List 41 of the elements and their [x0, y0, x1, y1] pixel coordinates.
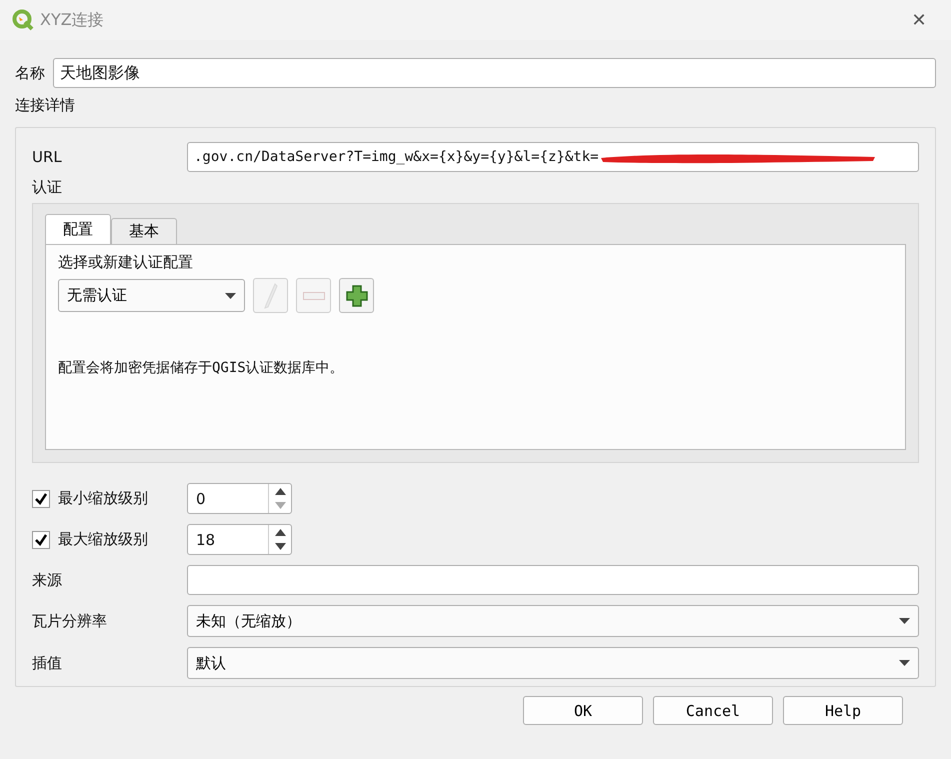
zoom-label: 最小缩放级别: [58, 489, 148, 508]
field-label: 来源: [32, 570, 63, 590]
add-button[interactable]: [339, 278, 374, 313]
field-label: 插值: [32, 654, 63, 672]
zoom-label: 最大缩放级别: [58, 530, 148, 549]
caret-icon: [225, 292, 236, 298]
auth-config-dropdown[interactable]: 无需认证: [58, 279, 245, 312]
up-arrow-icon[interactable]: [274, 488, 286, 495]
down-arrow-icon[interactable]: [274, 543, 286, 550]
up-arrow-icon[interactable]: [274, 528, 286, 536]
plus-icon: [346, 284, 368, 306]
name-label: 名称: [15, 64, 45, 82]
url-label: URL: [32, 148, 63, 166]
caret-icon: [899, 618, 910, 624]
close-button[interactable]: ✕: [899, 8, 939, 32]
zoom-spinbox[interactable]: 0: [187, 483, 292, 514]
dialog-button[interactable]: Help: [783, 696, 903, 725]
tab[interactable]: 基本: [111, 218, 177, 244]
checkmark-icon: [35, 534, 47, 546]
section-title: 连接详情: [15, 96, 76, 115]
checkmark-icon: [35, 492, 47, 504]
dialog-button[interactable]: Cancel: [653, 696, 773, 725]
field-label: 瓦片分辨率: [32, 612, 108, 630]
caret-icon: [899, 660, 910, 666]
app-logo-icon: [12, 9, 34, 31]
text-field[interactable]: [187, 565, 919, 595]
minus-icon: [302, 292, 324, 300]
dialog-button[interactable]: OK: [523, 696, 643, 725]
window-title: XYZ连接: [40, 10, 105, 30]
checkbox[interactable]: [32, 530, 50, 548]
dropdown[interactable]: 未知（无缩放）: [187, 605, 919, 637]
checkbox[interactable]: [32, 490, 50, 508]
pencil-icon: [264, 282, 278, 308]
auth-prompt: 选择或新建认证配置: [58, 253, 194, 272]
tab[interactable]: 配置: [45, 214, 111, 244]
zoom-spinbox[interactable]: 18: [187, 524, 292, 555]
name-field[interactable]: 天地图影像: [53, 58, 936, 88]
url-field[interactable]: .gov.cn/DataServer?T=img_w&x={x}&y={y}&l={z}&tk=: [187, 142, 919, 172]
auth-note: 配置会将加密凭据储存于QGIS认证数据库中。: [58, 359, 345, 377]
auth-label: 认证: [32, 178, 63, 197]
dropdown[interactable]: 默认: [187, 647, 919, 679]
